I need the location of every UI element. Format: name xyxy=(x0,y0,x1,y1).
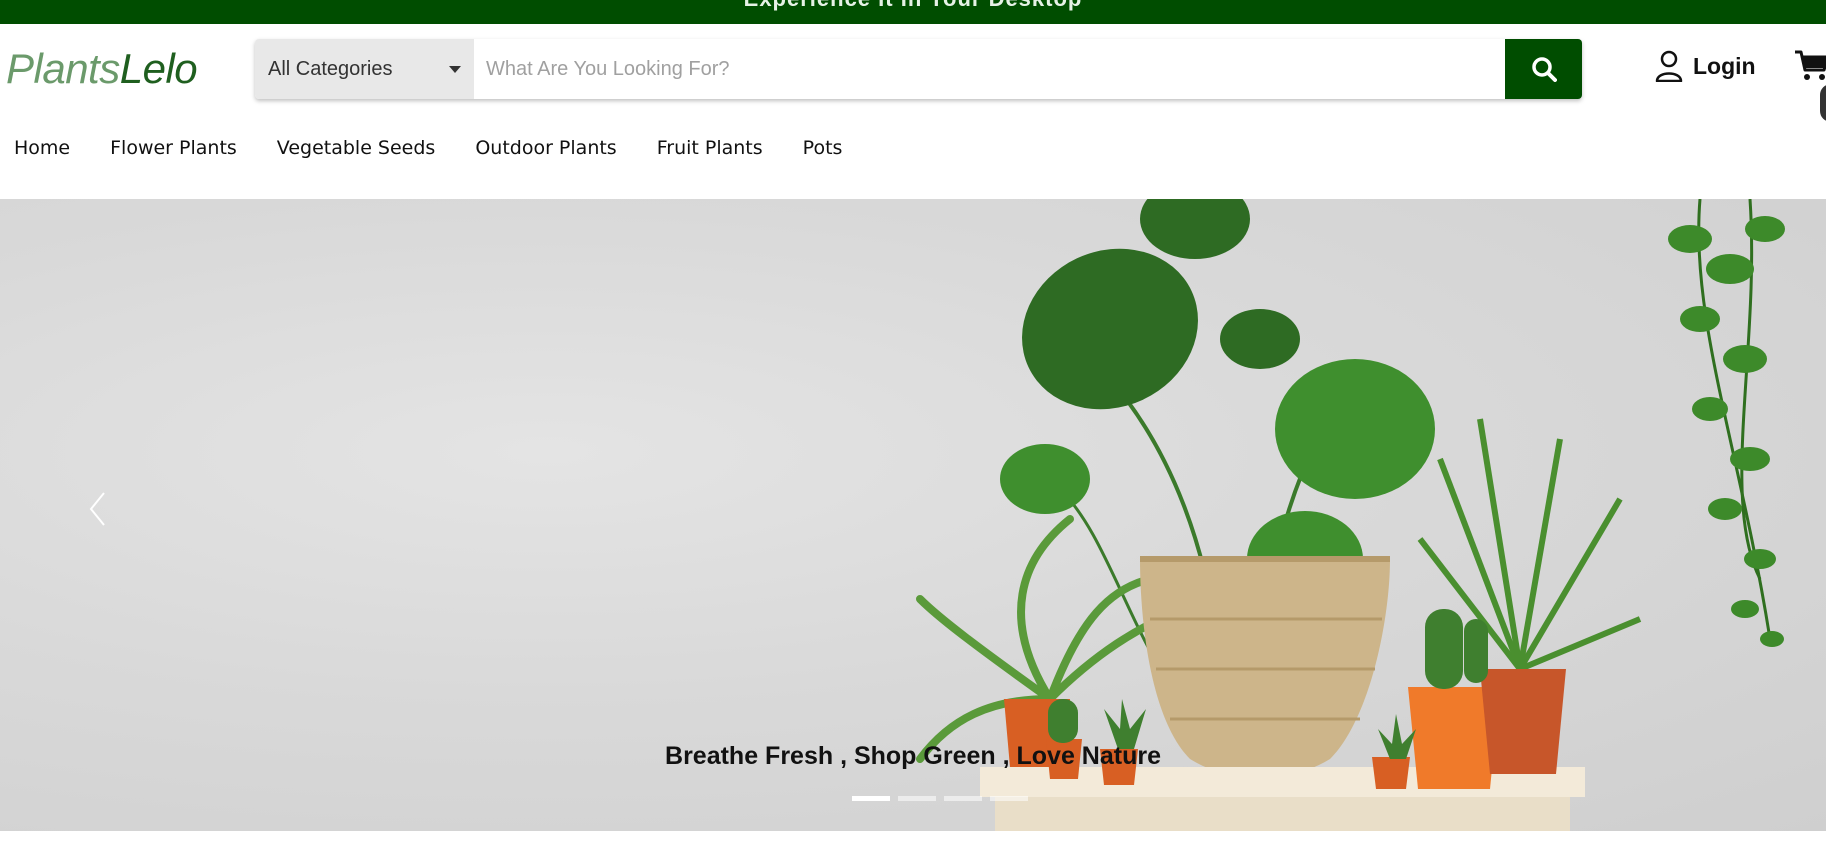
hero-caption: Breathe Fresh , Shop Green , Love Nature xyxy=(665,742,1161,770)
nav-item-home[interactable]: Home xyxy=(14,137,70,159)
hanging-plant xyxy=(1668,199,1785,647)
dropdown-caret-icon xyxy=(449,66,461,73)
login-button[interactable]: Login xyxy=(1655,50,1756,82)
nav-item-vegetable-seeds[interactable]: Vegetable Seeds xyxy=(277,137,436,159)
search-icon xyxy=(1531,57,1557,82)
category-select-value: All Categories xyxy=(268,57,393,80)
nav-item-outdoor-plants[interactable]: Outdoor Plants xyxy=(475,137,616,159)
site-header: PlantsLelo All Categories Login xyxy=(0,24,1826,116)
login-label: Login xyxy=(1693,52,1756,79)
announcement-text: Experience It In Your Desktop xyxy=(0,0,1826,12)
nav-item-pots[interactable]: Pots xyxy=(803,137,843,159)
nav-item-fruit-plants[interactable]: Fruit Plants xyxy=(657,137,763,159)
search-button[interactable] xyxy=(1505,39,1582,99)
carousel-indicator[interactable] xyxy=(944,796,982,801)
carousel-indicator[interactable] xyxy=(990,796,1028,801)
carousel-indicator[interactable] xyxy=(898,796,936,801)
announcement-bar: Experience It In Your Desktop xyxy=(0,0,1826,24)
user-icon xyxy=(1655,50,1683,82)
logo-part-lelo: Lelo xyxy=(119,45,198,92)
hero-image xyxy=(916,199,1785,831)
carousel-indicators xyxy=(852,796,1028,801)
main-nav: Home Flower Plants Vegetable Seeds Outdo… xyxy=(0,126,868,170)
logo[interactable]: PlantsLelo xyxy=(6,45,198,92)
chevron-left-icon xyxy=(89,492,105,526)
category-select[interactable]: All Categories xyxy=(255,39,474,99)
carousel-prev-button[interactable] xyxy=(88,491,108,532)
logo-part-plants: Plants xyxy=(6,45,120,92)
cart-count-badge xyxy=(1820,84,1826,122)
search-bar: All Categories xyxy=(255,39,1582,99)
search-input[interactable] xyxy=(474,39,1505,99)
cart-icon xyxy=(1795,50,1826,80)
nav-item-flower-plants[interactable]: Flower Plants xyxy=(110,137,237,159)
cart-button[interactable] xyxy=(1794,48,1826,89)
carousel-indicator[interactable] xyxy=(852,796,890,801)
hero-carousel: Breathe Fresh , Shop Green , Love Nature xyxy=(0,199,1826,831)
